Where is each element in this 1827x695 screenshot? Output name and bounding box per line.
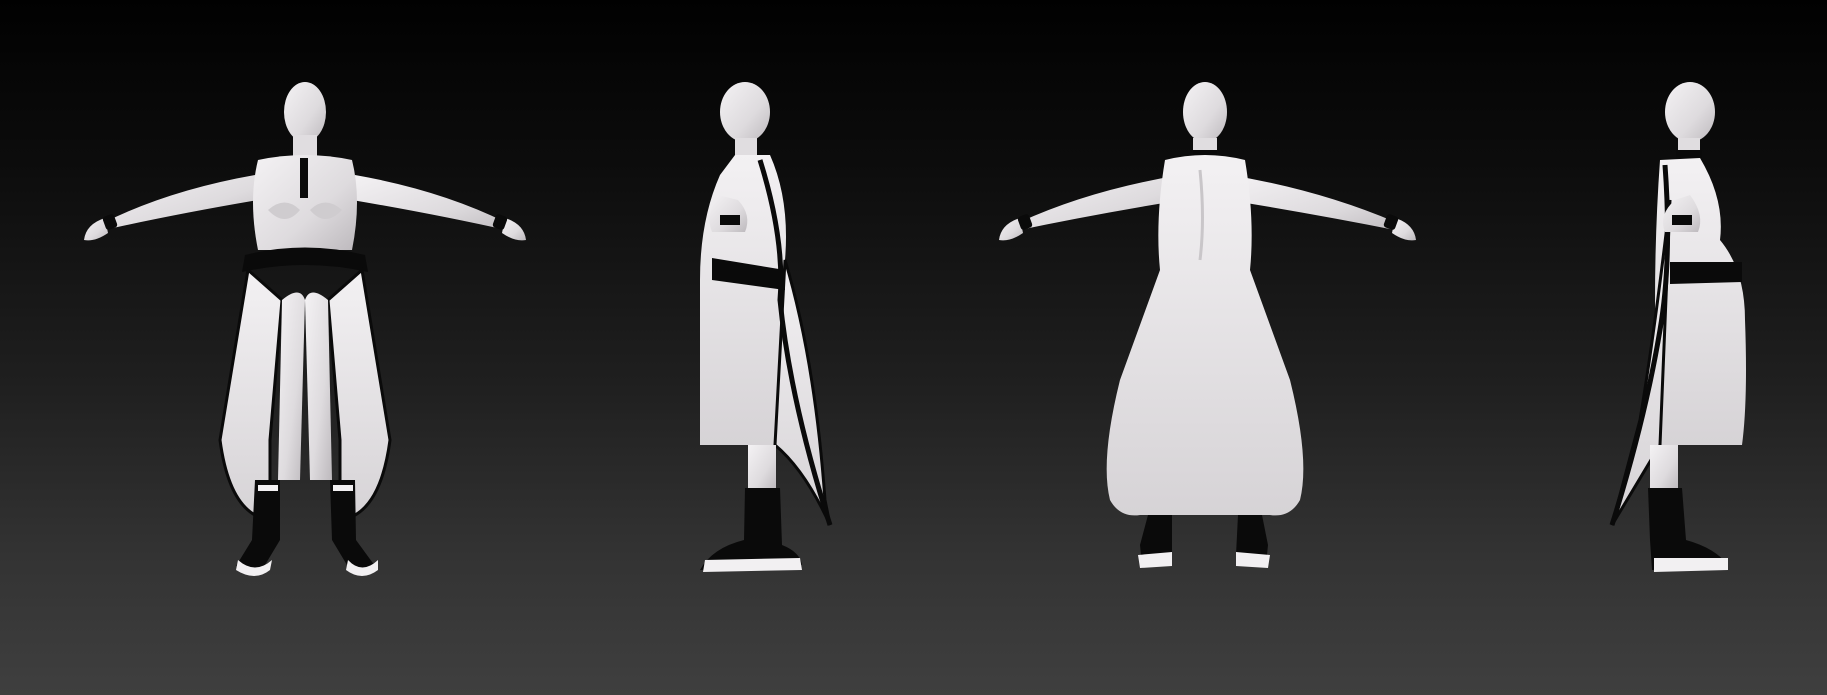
figure-side-view-right [1609,82,1746,572]
turnaround-render [84,82,1746,576]
figure-front-view [84,82,526,576]
figure-side-view-left [700,82,833,572]
viewport [0,0,1827,695]
figure-back-view [999,82,1416,568]
